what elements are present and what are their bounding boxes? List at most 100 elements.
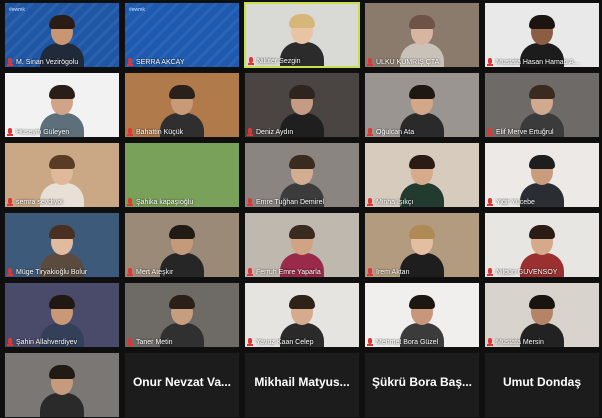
participant-tile[interactable]: #ewmk M. Sinan Vezirögolu [4, 2, 120, 68]
participant-name: Mustafa Mersin [496, 338, 544, 346]
background-logo: #ewmk [129, 7, 145, 13]
muted-mic-icon [367, 198, 373, 206]
participant-tile[interactable]: Bahattin Küçük [124, 72, 240, 138]
participant-name: SERRA AKCAY [136, 58, 185, 66]
participant-tile[interactable]: Hüseyin Güleyen [4, 72, 120, 138]
participant-name-label: SERRA AKCAY [127, 58, 237, 66]
participant-video [40, 365, 84, 417]
participant-name-label: Deniz Aydın [247, 128, 357, 136]
participant-tile[interactable]: Umut Dondaş [484, 352, 600, 418]
participant-name-label: Mehmet Bora Güzel [367, 338, 477, 346]
participant-name: Elif Merve Ertuğrul [496, 128, 554, 136]
muted-mic-icon [7, 198, 13, 206]
participant-tile[interactable]: Mehmet Bora Güzel [364, 282, 480, 348]
participant-tile[interactable]: Mustafa Mersin [484, 282, 600, 348]
participant-name: Emre Tuğhan Demirel [256, 198, 325, 206]
muted-mic-icon [487, 338, 493, 346]
participant-name: Bahattin Küçük [136, 128, 184, 136]
background-logo: #ewmk [9, 7, 25, 13]
participant-tile[interactable]: #ewmk SERRA AKCAY [124, 2, 240, 68]
participant-name-label: Şahika kapaşıoğlu [127, 198, 237, 206]
participant-tile[interactable]: Yiğit Yücebe [484, 142, 600, 208]
muted-mic-icon [127, 338, 133, 346]
participant-name-label: Minha Işıkçı [367, 198, 477, 206]
participant-name: Taner Metin [136, 338, 173, 346]
participant-tile[interactable]: Yavuz Kaan Celep [244, 282, 360, 348]
muted-mic-icon [7, 268, 13, 276]
camera-off-name: Umut Dondaş [503, 375, 581, 389]
participant-name-label: Yiğit Yücebe [487, 198, 597, 206]
participant-name: Minha Işıkçı [376, 198, 414, 206]
participant-tile[interactable]: Ferruh Emre Yaparla [244, 212, 360, 278]
participant-name-label: M. Sinan Vezirögolu [7, 58, 117, 66]
participant-name-label: Bahattin Küçük [127, 128, 237, 136]
muted-mic-icon [7, 58, 13, 66]
participant-tile[interactable]: Nilgün GÜVENSOY [484, 212, 600, 278]
participant-tile[interactable]: Müge Tiryakioğlu Bolur [4, 212, 120, 278]
participant-name: Mustafa Hasan Hamad A... [496, 58, 580, 66]
participant-name: ÜLKÜ KÜMRİŞ ÇTA [376, 58, 440, 66]
muted-mic-icon [127, 128, 133, 136]
participant-name: Deniz Aydın [256, 128, 294, 136]
participant-name: Şahin Allahverdiyev [16, 338, 78, 346]
participant-tile[interactable]: Mikhail Matyus... [244, 352, 360, 418]
muted-mic-icon [487, 198, 493, 206]
participant-name: Oğulcan Ata [376, 128, 415, 136]
participant-name-label: Emre Tuğhan Demirel [247, 198, 357, 206]
muted-mic-icon [367, 128, 373, 136]
muted-mic-icon [487, 128, 493, 136]
participant-name: Mehmet Bora Güzel [376, 338, 439, 346]
participant-name-label: Hüseyin Güleyen [7, 128, 117, 136]
participant-tile[interactable]: Taner Metin [124, 282, 240, 348]
participant-name-label: Nilüfer Sezgin [248, 57, 356, 65]
participant-name-label: Mert Ateşkır [127, 268, 237, 276]
muted-mic-icon [247, 128, 253, 136]
participant-tile[interactable]: Şahika kapaşıoğlu [124, 142, 240, 208]
muted-mic-icon [367, 268, 373, 276]
participant-name: Nilüfer Sezgin [257, 57, 301, 65]
muted-mic-icon [247, 338, 253, 346]
participant-name: İrem Aktan [376, 268, 410, 276]
participant-name: Şahika kapaşıoğlu [136, 198, 194, 206]
participant-tile[interactable]: Mustafa Hasan Hamad A... [484, 2, 600, 68]
participant-tile[interactable]: Minha Işıkçı [364, 142, 480, 208]
participant-name: M. Sinan Vezirögolu [16, 58, 79, 66]
participant-name: Nilgün GÜVENSOY [496, 268, 558, 276]
participant-name-label: Elif Merve Ertuğrul [487, 128, 597, 136]
participant-tile[interactable]: Elif Merve Ertuğrul [484, 72, 600, 138]
muted-mic-icon [487, 268, 493, 276]
participant-tile[interactable]: Oğulcan Ata [364, 72, 480, 138]
participant-tile[interactable] [4, 352, 120, 418]
participant-name-label: ÜLKÜ KÜMRİŞ ÇTA [367, 58, 477, 66]
camera-off-name: Mikhail Matyus... [254, 375, 350, 389]
muted-mic-icon [367, 338, 373, 346]
participant-tile[interactable]: Emre Tuğhan Demirel [244, 142, 360, 208]
muted-mic-icon [367, 58, 373, 66]
participant-tile[interactable]: Şahin Allahverdiyev [4, 282, 120, 348]
participant-tile[interactable]: Mert Ateşkır [124, 212, 240, 278]
camera-off-name: Şükrü Bora Baş... [371, 375, 473, 389]
participant-tile[interactable]: ÜLKÜ KÜMRİŞ ÇTA [364, 2, 480, 68]
muted-mic-icon [127, 58, 133, 66]
participant-name-label: Taner Metin [127, 338, 237, 346]
participant-tile[interactable]: semra sevdiyol [4, 142, 120, 208]
participant-name-label: Yavuz Kaan Celep [247, 338, 357, 346]
participant-tile[interactable]: Deniz Aydın [244, 72, 360, 138]
video-gallery-grid: #ewmk M. Sinan Vezirögolu #ewmk SERRA AKCAY… [4, 2, 600, 418]
participant-name: Yiğit Yücebe [496, 198, 535, 206]
participant-name: Yavuz Kaan Celep [256, 338, 314, 346]
participant-name: Ferruh Emre Yaparla [256, 268, 321, 276]
participant-name-label: Oğulcan Ata [367, 128, 477, 136]
participant-name-label: Mustafa Hasan Hamad A... [487, 58, 597, 66]
muted-mic-icon [247, 268, 253, 276]
muted-mic-icon [127, 198, 133, 206]
participant-name-label: Şahin Allahverdiyev [7, 338, 117, 346]
muted-mic-icon [7, 338, 13, 346]
participant-tile[interactable]: Onur Nevzat Va... [124, 352, 240, 418]
participant-tile[interactable]: Nilüfer Sezgin [244, 2, 360, 68]
participant-name: Mert Ateşkır [136, 268, 174, 276]
participant-tile[interactable]: İrem Aktan [364, 212, 480, 278]
muted-mic-icon [7, 128, 13, 136]
participant-tile[interactable]: Şükrü Bora Baş... [364, 352, 480, 418]
participant-name-label: Nilgün GÜVENSOY [487, 268, 597, 276]
